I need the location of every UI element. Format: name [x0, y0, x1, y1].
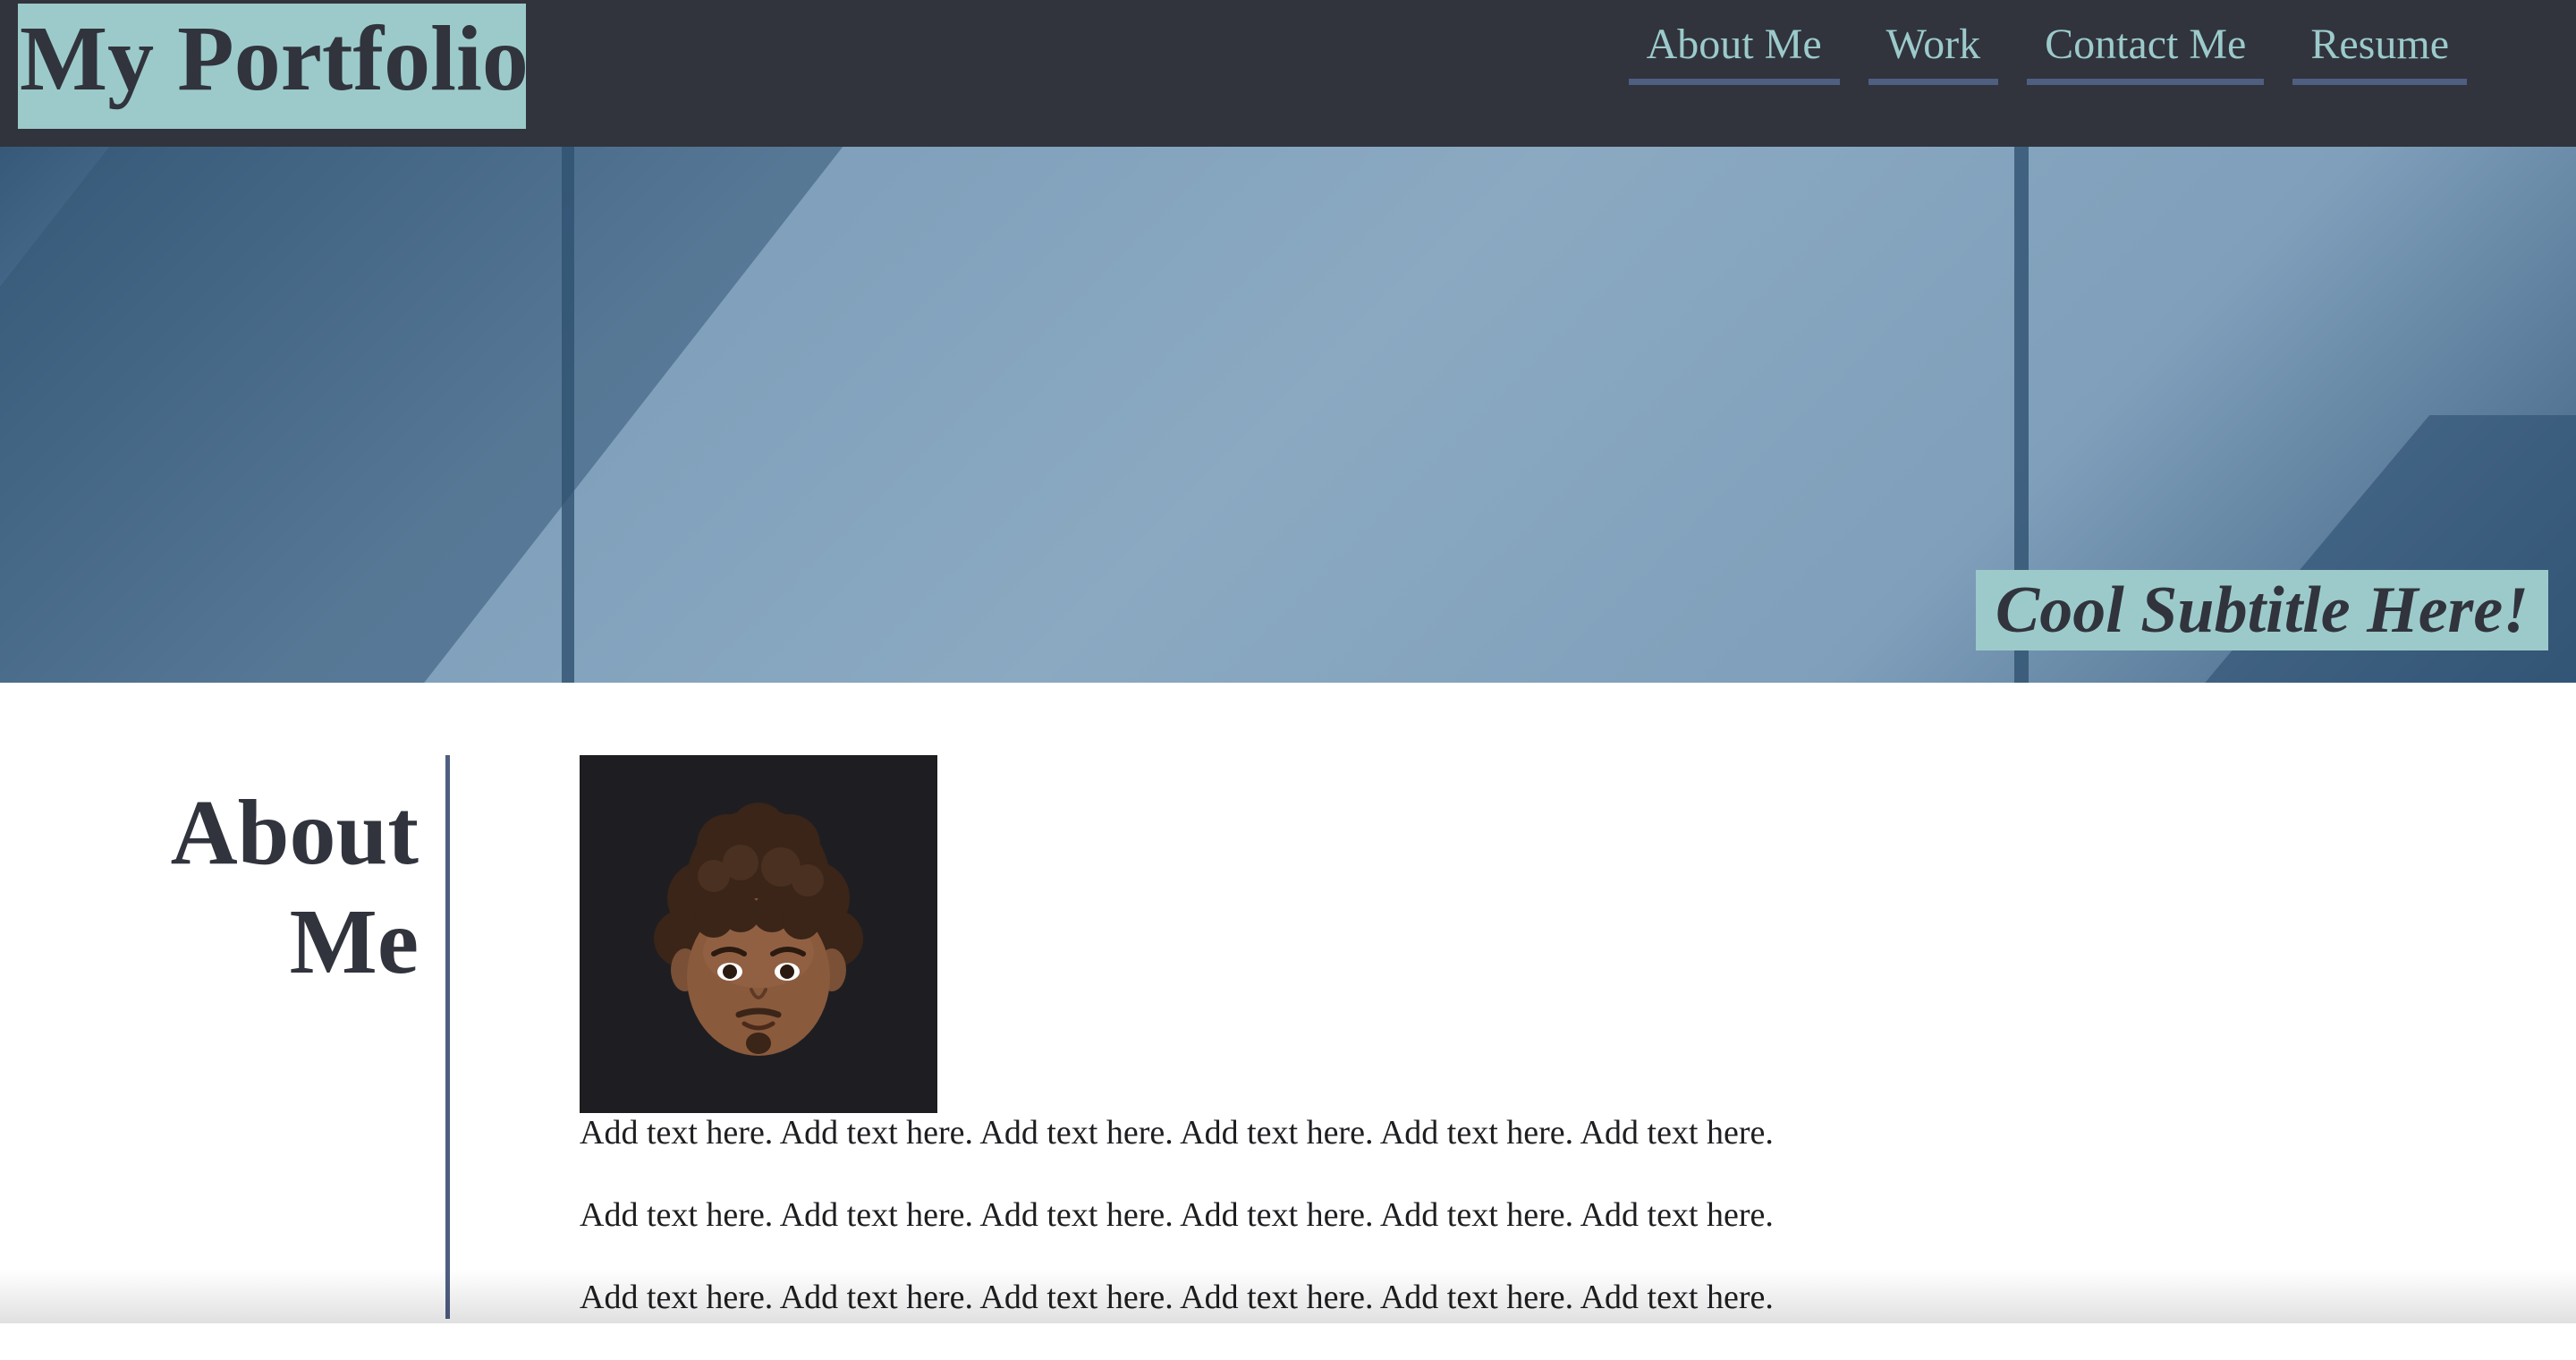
nav-link-work[interactable]: Work [1868, 14, 1999, 85]
hero-plank-seam [562, 147, 574, 683]
nav-link-about-me[interactable]: About Me [1628, 14, 1840, 85]
nav-link-contact-me[interactable]: Contact Me [2027, 14, 2265, 85]
site-header: My Portfolio About Me Work Contact Me Re… [0, 0, 2576, 147]
about-paragraph: Add text here. Add text here. Add text h… [580, 1196, 1774, 1234]
about-paragraph: Add text here. Add text here. Add text h… [580, 1114, 1774, 1152]
memoji-avatar-icon [654, 803, 863, 1056]
about-paragraph: Add text here. Add text here. Add text h… [580, 1279, 1774, 1316]
about-heading-line2: Me [289, 890, 419, 993]
hero-subtitle: Cool Subtitle Here! [1975, 570, 2548, 650]
nav-link-resume[interactable]: Resume [2292, 14, 2467, 85]
hero-texture-shade [0, 147, 871, 683]
hero-banner: Cool Subtitle Here! [0, 147, 2576, 683]
about-heading: About Me [114, 778, 419, 997]
about-heading-line1: About [170, 781, 419, 884]
main-nav: About Me Work Contact Me Resume [1600, 14, 2467, 85]
avatar [580, 755, 937, 1113]
site-logo[interactable]: My Portfolio [18, 4, 526, 129]
section-divider [445, 755, 450, 1319]
